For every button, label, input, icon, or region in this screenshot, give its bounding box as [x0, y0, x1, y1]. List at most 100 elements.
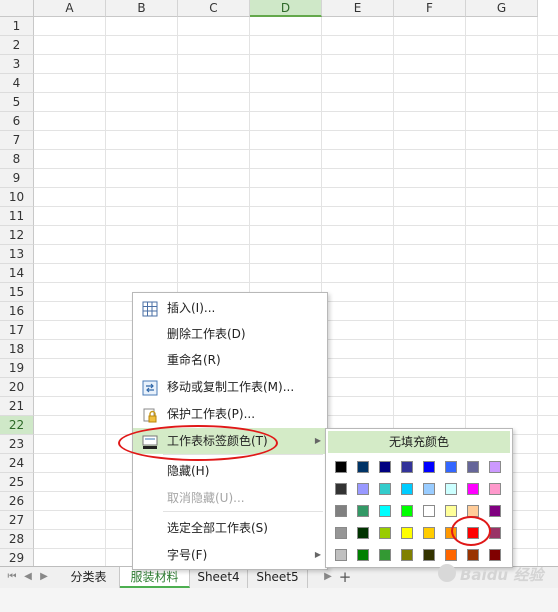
menu-item-6[interactable]: 隐藏(H) [133, 458, 327, 484]
color-swatch[interactable] [423, 549, 435, 561]
row-header-14[interactable]: 14 [0, 264, 34, 283]
color-swatch[interactable] [467, 549, 479, 561]
scroll-tabs-right-icon[interactable]: ▶ [322, 570, 334, 584]
row-header-2[interactable]: 2 [0, 36, 34, 55]
row-header-23[interactable]: 23 [0, 435, 34, 454]
submenu-arrow-icon: ▶ [314, 550, 321, 559]
color-swatch[interactable] [335, 483, 347, 495]
color-swatch[interactable] [357, 527, 369, 539]
color-swatch[interactable] [423, 483, 435, 495]
row-header-12[interactable]: 12 [0, 226, 34, 245]
row-header-7[interactable]: 7 [0, 131, 34, 150]
color-swatch[interactable] [401, 461, 413, 473]
row-header-21[interactable]: 21 [0, 397, 34, 416]
menu-item-8[interactable]: 选定全部工作表(S) [133, 515, 327, 541]
row-header-13[interactable]: 13 [0, 245, 34, 264]
color-swatch[interactable] [401, 527, 413, 539]
prev-sheet-icon[interactable]: ◀ [22, 570, 34, 584]
color-swatch[interactable] [445, 549, 457, 561]
menu-item-2[interactable]: 重命名(R) [133, 347, 327, 373]
row-header-20[interactable]: 20 [0, 378, 34, 397]
color-swatch[interactable] [489, 461, 501, 473]
menu-item-label: 隐藏(H) [167, 464, 210, 478]
color-swatch[interactable] [445, 461, 457, 473]
row-header-25[interactable]: 25 [0, 473, 34, 492]
column-header-a[interactable]: A [34, 0, 106, 17]
grid-hline [34, 225, 558, 226]
color-swatch[interactable] [489, 505, 501, 517]
row-header-15[interactable]: 15 [0, 283, 34, 302]
grid-hline [34, 35, 558, 36]
row-header-19[interactable]: 19 [0, 359, 34, 378]
row-header-6[interactable]: 6 [0, 112, 34, 131]
color-swatch[interactable] [335, 549, 347, 561]
color-swatch[interactable] [379, 483, 391, 495]
grid-vline [537, 17, 538, 566]
row-header-28[interactable]: 28 [0, 530, 34, 549]
row-header-22[interactable]: 22 [0, 416, 34, 435]
grid-hline [34, 206, 558, 207]
row-header-5[interactable]: 5 [0, 93, 34, 112]
row-header-11[interactable]: 11 [0, 207, 34, 226]
color-swatch[interactable] [379, 527, 391, 539]
color-swatch[interactable] [401, 549, 413, 561]
row-header-17[interactable]: 17 [0, 321, 34, 340]
row-header-16[interactable]: 16 [0, 302, 34, 321]
color-swatch[interactable] [379, 505, 391, 517]
color-swatch[interactable] [423, 461, 435, 473]
row-header-26[interactable]: 26 [0, 492, 34, 511]
column-header-d[interactable]: D [250, 0, 322, 17]
move-copy-icon [142, 379, 158, 396]
menu-item-1[interactable]: 删除工作表(D) [133, 321, 327, 347]
color-swatch[interactable] [335, 461, 347, 473]
color-swatch[interactable] [357, 461, 369, 473]
sheet-tab[interactable]: 分类表 [58, 567, 120, 588]
row-header-3[interactable]: 3 [0, 55, 34, 74]
grid-hline [34, 244, 558, 245]
color-swatch[interactable] [489, 483, 501, 495]
color-swatch[interactable] [357, 483, 369, 495]
row-header-27[interactable]: 27 [0, 511, 34, 530]
color-swatch[interactable] [489, 549, 501, 561]
no-fill-color-option[interactable]: 无填充颜色 [328, 431, 510, 453]
color-swatch[interactable] [357, 505, 369, 517]
select-all-corner[interactable] [0, 0, 34, 17]
add-sheet-button[interactable]: + [336, 567, 354, 588]
row-header-9[interactable]: 9 [0, 169, 34, 188]
row-header-10[interactable]: 10 [0, 188, 34, 207]
row-header-4[interactable]: 4 [0, 74, 34, 93]
color-swatch[interactable] [445, 483, 457, 495]
row-header-18[interactable]: 18 [0, 340, 34, 359]
color-swatch[interactable] [357, 549, 369, 561]
row-header-1[interactable]: 1 [0, 17, 34, 36]
column-header-c[interactable]: C [178, 0, 250, 17]
menu-item-4[interactable]: 保护工作表(P)... [133, 401, 327, 427]
sheet-tab[interactable]: Sheet4 [190, 567, 248, 588]
color-swatch[interactable] [401, 505, 413, 517]
column-header-e[interactable]: E [322, 0, 394, 17]
column-header-g[interactable]: G [466, 0, 538, 17]
next-sheet-icon[interactable]: ▶ [38, 570, 50, 584]
sheet-tab[interactable]: Sheet5 [248, 567, 308, 588]
color-swatch[interactable] [335, 527, 347, 539]
annotation-circle-red-swatch [451, 516, 491, 546]
menu-item-3[interactable]: 移动或复制工作表(M)... [133, 374, 327, 400]
color-swatch[interactable] [379, 461, 391, 473]
color-swatch[interactable] [467, 461, 479, 473]
row-header-24[interactable]: 24 [0, 454, 34, 473]
row-header-8[interactable]: 8 [0, 150, 34, 169]
column-header-b[interactable]: B [106, 0, 178, 17]
column-header-f[interactable]: F [394, 0, 466, 17]
sheet-tab[interactable]: 服装材料 [120, 567, 190, 588]
color-swatch[interactable] [423, 505, 435, 517]
menu-item-7[interactable]: 取消隐藏(U)... [133, 485, 327, 511]
color-swatch[interactable] [423, 527, 435, 539]
menu-item-9[interactable]: 字号(F) ▶ [133, 542, 327, 568]
color-swatch[interactable] [467, 483, 479, 495]
color-swatch[interactable] [379, 549, 391, 561]
first-sheet-icon[interactable]: ⏮ [6, 570, 18, 584]
color-swatch[interactable] [445, 505, 457, 517]
color-swatch[interactable] [401, 483, 413, 495]
color-swatch[interactable] [335, 505, 347, 517]
menu-item-0[interactable]: 插入(I)... [133, 295, 327, 321]
